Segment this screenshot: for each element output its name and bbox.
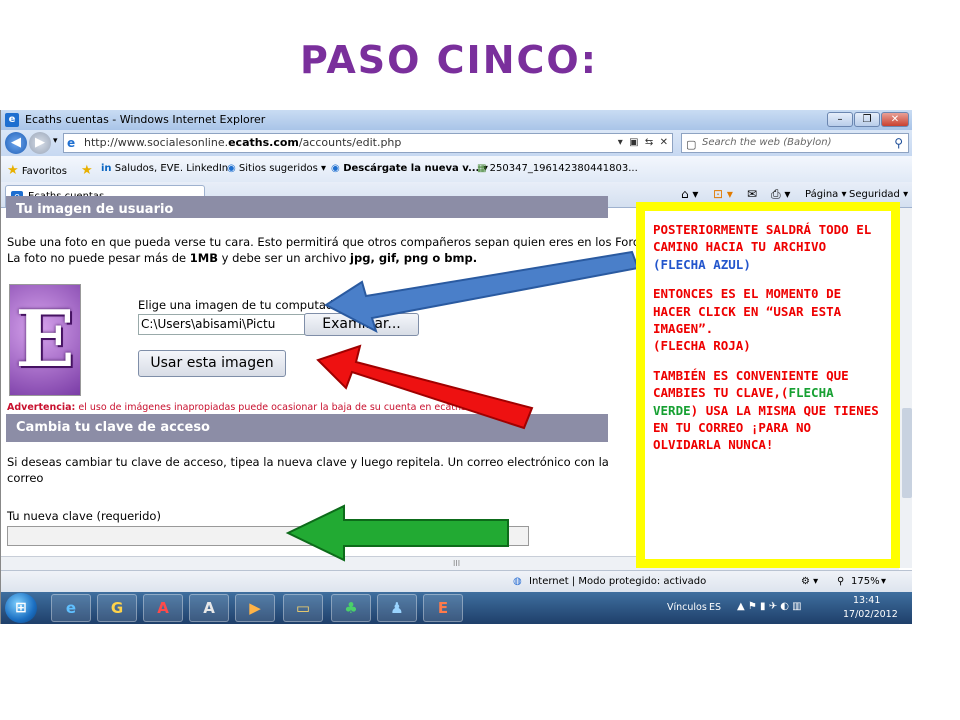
taskbar-ecaths-icon[interactable]: E bbox=[423, 594, 463, 622]
password-section-header: Cambia tu clave de acceso bbox=[6, 414, 608, 442]
taskbar-people-icon[interactable]: ♟ bbox=[377, 594, 417, 622]
favorites-bar: ★ Favoritos ★ in Saludos, EVE. LinkedIn … bbox=[1, 156, 912, 182]
babylon-icon: ▢ bbox=[686, 138, 697, 151]
use-image-button[interactable]: Usar esta imagen bbox=[138, 350, 286, 377]
status-bar: ◍ Internet | Modo protegido: activado ⚙ … bbox=[1, 570, 912, 592]
search-input[interactable]: ▢ Search the web (Babylon) ⚲ bbox=[681, 133, 909, 153]
favorite-item-suggested[interactable]: ◉ Sitios sugeridos ▾ bbox=[227, 163, 326, 174]
start-button[interactable]: ⊞ bbox=[5, 593, 37, 623]
clock-time[interactable]: 13:41 bbox=[853, 595, 880, 606]
taskbar-chrome-icon[interactable]: G bbox=[97, 594, 137, 622]
photo-instructions: Sube una foto en que pueda verse tu cara… bbox=[7, 235, 650, 265]
home-icon[interactable]: ⌂ ▾ bbox=[681, 187, 698, 201]
links-toolbar-label[interactable]: Vínculos bbox=[667, 602, 707, 613]
ie-icon: e bbox=[5, 113, 19, 127]
taskbar-acrobat-icon[interactable]: A bbox=[143, 594, 183, 622]
close-button[interactable]: ✕ bbox=[881, 112, 909, 127]
note-paragraph-3: TAMBIÉN ES CONVENIENTE QUE CAMBIES TU CL… bbox=[653, 367, 879, 453]
minimize-button[interactable]: – bbox=[827, 112, 853, 127]
taskbar-ie-icon[interactable]: e bbox=[51, 594, 91, 622]
note-paragraph-1: POSTERIORMENTE SALDRÁ TODO EL CAMINO HAC… bbox=[653, 222, 872, 272]
internet-zone-icon: ◍ bbox=[513, 576, 522, 587]
favorite-item-linkedin[interactable]: in Saludos, EVE. LinkedIn bbox=[101, 163, 228, 174]
ie-small-icon: ◉ bbox=[227, 163, 236, 174]
choose-image-label: Elige una imagen de tu computador bbox=[138, 298, 345, 312]
zoom-level[interactable]: 175% bbox=[851, 576, 880, 587]
image-icon: ▦ bbox=[477, 163, 487, 174]
address-actions[interactable]: ▾ ▣ ⇆ ✕ bbox=[618, 134, 668, 152]
password-instructions: Si deseas cambiar tu clave de acceso, ti… bbox=[7, 455, 609, 485]
file-path-input[interactable]: C:\Users\abisami\Pictu bbox=[138, 314, 306, 335]
taskbar-explorer-icon[interactable]: ▭ bbox=[283, 594, 323, 622]
slide-title: PASO CINCO: bbox=[300, 38, 598, 82]
zoom-dropdown-icon[interactable]: ▾ bbox=[881, 576, 886, 587]
avatar-image: E bbox=[9, 284, 81, 396]
taskbar-solitaire-icon[interactable]: ♣ bbox=[331, 594, 371, 622]
address-input[interactable]: e http://www.socialesonline.ecaths.com/a… bbox=[63, 133, 673, 153]
taskbar-media-icon[interactable]: ▶ bbox=[235, 594, 275, 622]
browse-button[interactable]: Examinar... bbox=[304, 313, 419, 336]
security-zone-text: Internet | Modo protegido: activado bbox=[529, 576, 707, 587]
new-password-input[interactable] bbox=[7, 526, 529, 546]
note-paragraph-2: ENTONCES ES EL MOMENT0 DE HACER CLICK EN… bbox=[653, 286, 842, 354]
new-password-label: Tu nueva clave (requerido) bbox=[7, 509, 161, 523]
print-icon[interactable]: ⎙ ▾ bbox=[771, 187, 790, 202]
forward-icon[interactable]: ▶ bbox=[29, 132, 51, 154]
security-menu[interactable]: Seguridad ▾ bbox=[849, 189, 908, 200]
window-titlebar: e Ecaths cuentas - Windows Internet Expl… bbox=[1, 110, 912, 130]
instruction-note: POSTERIORMENTE SALDRÁ TODO EL CAMINO HAC… bbox=[636, 202, 900, 568]
nav-dropdown-icon[interactable]: ▾ bbox=[53, 136, 58, 146]
vertical-scrollbar[interactable] bbox=[899, 208, 912, 568]
maximize-button[interactable]: ❐ bbox=[854, 112, 880, 127]
address-row: ◀ ▶ ▾ e http://www.socialesonline.ecaths… bbox=[1, 130, 912, 156]
favorite-item-image[interactable]: ▦ 250347_196142380441803... bbox=[477, 163, 638, 174]
back-icon[interactable]: ◀ bbox=[5, 132, 27, 154]
linkedin-icon: in bbox=[101, 163, 112, 174]
add-favorite-icon[interactable]: ★ bbox=[81, 163, 93, 178]
favorites-button[interactable]: ★ Favoritos bbox=[7, 163, 67, 178]
star-icon: ★ bbox=[7, 163, 19, 178]
feeds-icon[interactable]: ⊡ ▾ bbox=[713, 187, 733, 201]
language-indicator[interactable]: ES bbox=[709, 602, 721, 613]
page-menu[interactable]: Página ▾ bbox=[805, 189, 847, 200]
clock-date[interactable]: 17/02/2012 bbox=[843, 609, 898, 620]
mail-icon[interactable]: ✉ bbox=[747, 187, 757, 201]
ie-small-icon: ◉ bbox=[331, 163, 340, 174]
avatar-section-header: Tu imagen de usuario bbox=[6, 196, 608, 218]
protected-mode-icon[interactable]: ⚙ ▾ bbox=[801, 576, 818, 587]
zoom-icon[interactable]: ⚲ bbox=[837, 576, 844, 587]
search-icon[interactable]: ⚲ bbox=[894, 134, 903, 152]
page-icon: e bbox=[67, 136, 76, 150]
window-title: Ecaths cuentas - Windows Internet Explor… bbox=[25, 113, 266, 126]
windows-taskbar: ⊞ e G A A ▶ ▭ ♣ ♟ E Vínculos ES ▲ ⚑ ▮ ✈ … bbox=[1, 592, 912, 624]
slide: PASO CINCO: e Ecaths cuentas - Windows I… bbox=[0, 0, 960, 720]
warning-text: Advertencia: el uso de imágenes inapropi… bbox=[7, 402, 466, 413]
taskbar-arcsoft-icon[interactable]: A bbox=[189, 594, 229, 622]
favorite-item-download[interactable]: ◉ Descárgate la nueva v... ▾ bbox=[331, 163, 488, 174]
tray-icons[interactable]: ▲ ⚑ ▮ ✈ ◐ ▥ bbox=[737, 601, 802, 612]
scroll-thumb[interactable] bbox=[902, 408, 912, 498]
